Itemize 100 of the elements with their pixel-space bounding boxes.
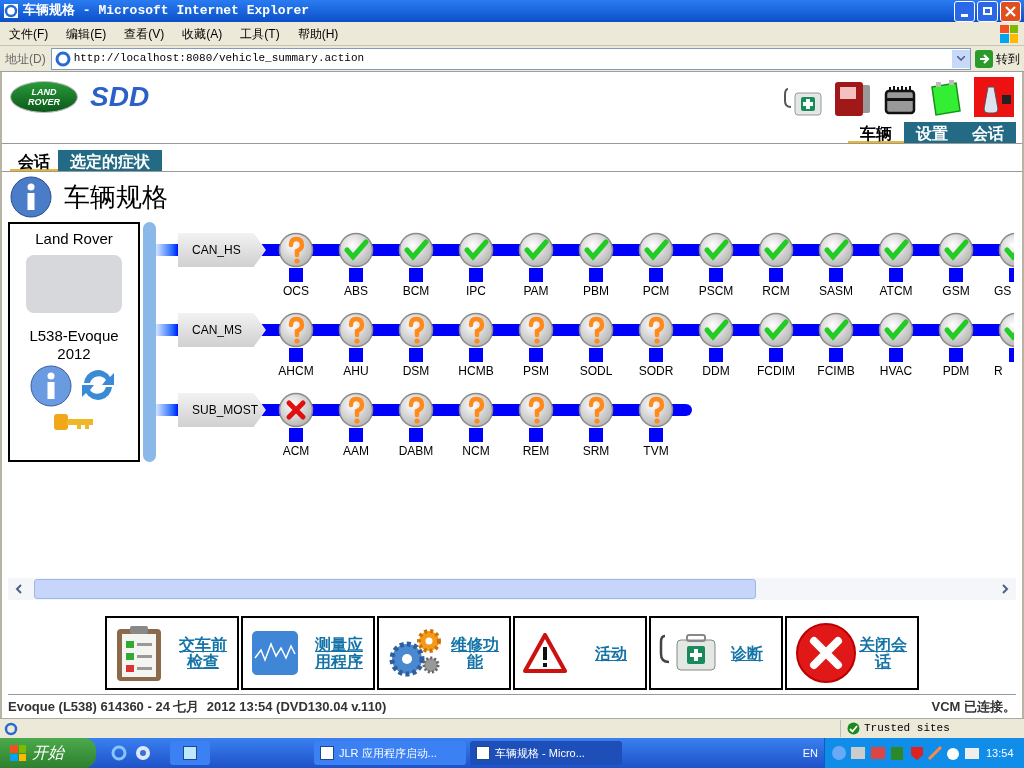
- question-status-icon[interactable]: [578, 312, 614, 348]
- bus-label[interactable]: SUB_MOST: [178, 393, 266, 427]
- module-label: SODL: [579, 363, 613, 378]
- go-button[interactable]: 转到: [971, 49, 1024, 68]
- check-status-icon[interactable]: [818, 232, 854, 268]
- action-tile[interactable]: 测量应用程序: [241, 616, 375, 690]
- diagnostic-device-icon[interactable]: [834, 81, 872, 117]
- menu-item[interactable]: 工具(T): [231, 24, 289, 43]
- question-status-icon[interactable]: [458, 312, 494, 348]
- check-status-icon[interactable]: [878, 232, 914, 268]
- address-field[interactable]: http://localhost:8080/vehicle_summary.action: [50, 47, 971, 70]
- app-icon: [476, 746, 490, 760]
- browser-icon[interactable]: [110, 744, 128, 762]
- question-status-icon[interactable]: [518, 392, 554, 428]
- taskbar-button[interactable]: 车辆规格 - Micro...: [470, 741, 622, 765]
- action-link[interactable]: 诊断: [721, 644, 773, 662]
- bus-label[interactable]: CAN_HS: [178, 233, 266, 267]
- menu-item[interactable]: 编辑(E): [57, 24, 116, 43]
- check-status-icon[interactable]: [818, 312, 854, 348]
- question-status-icon[interactable]: [578, 392, 614, 428]
- action-link[interactable]: 交车前检查: [177, 636, 229, 670]
- check-status-icon[interactable]: [698, 232, 734, 268]
- tab[interactable]: 设置: [904, 122, 960, 143]
- medical-kit-icon[interactable]: [784, 87, 822, 117]
- tab[interactable]: 会话: [960, 122, 1016, 143]
- module-label: GS: [993, 283, 1012, 298]
- taskbar-button[interactable]: [170, 741, 210, 765]
- action-tile[interactable]: 活动: [513, 616, 647, 690]
- action-link[interactable]: 测量应用程序: [313, 636, 365, 670]
- bus-stub: [589, 268, 603, 282]
- check-status-icon[interactable]: [578, 232, 614, 268]
- bus-stub: [289, 348, 303, 362]
- tab[interactable]: 会话: [10, 150, 58, 171]
- connection-status: VCM 已连接。: [931, 697, 1016, 716]
- restore-button[interactable]: [977, 0, 998, 22]
- check-status-icon[interactable]: [758, 312, 794, 348]
- question-status-icon[interactable]: [458, 392, 494, 428]
- bus-stub: [769, 348, 783, 362]
- tab[interactable]: 车辆: [848, 122, 904, 143]
- horizontal-scrollbar[interactable]: [8, 578, 1016, 600]
- module-label: FCIMB: [817, 363, 855, 378]
- menu-item[interactable]: 查看(V): [115, 24, 174, 43]
- question-status-icon[interactable]: [338, 312, 374, 348]
- module-label: HCMB: [458, 363, 494, 378]
- question-status-icon[interactable]: [398, 312, 434, 348]
- cross-status-icon[interactable]: [278, 392, 314, 428]
- action-tile[interactable]: 维修功能: [377, 616, 511, 690]
- taskbar-button[interactable]: JLR 应用程序启动...: [314, 741, 466, 765]
- check-status-icon[interactable]: [458, 232, 494, 268]
- battery-icon[interactable]: [928, 79, 962, 117]
- check-status-icon[interactable]: [758, 232, 794, 268]
- tab[interactable]: 选定的症状: [58, 150, 162, 171]
- start-button[interactable]: 开始: [0, 738, 96, 768]
- action-tile[interactable]: 关闭会话: [785, 616, 919, 690]
- check-status-icon[interactable]: [998, 232, 1014, 268]
- action-link[interactable]: 关闭会话: [857, 636, 909, 670]
- language-indicator[interactable]: EN: [802, 744, 818, 762]
- question-status-icon[interactable]: [638, 312, 674, 348]
- bus-stub: [469, 268, 483, 282]
- question-status-icon[interactable]: [338, 392, 374, 428]
- check-status-icon[interactable]: [638, 232, 674, 268]
- module-label: PAM: [523, 283, 549, 298]
- engine-module-icon[interactable]: [884, 85, 916, 117]
- scroll-thumb[interactable]: [34, 579, 756, 599]
- check-status-icon[interactable]: [938, 312, 974, 348]
- window-title: 车辆规格 - Microsoft Internet Explorer: [23, 2, 310, 21]
- vehicle-year: 2012: [57, 344, 91, 363]
- info-icon[interactable]: [30, 364, 72, 407]
- module-label: SRM: [582, 443, 610, 458]
- action-tile[interactable]: 交车前检查: [105, 616, 239, 690]
- close-icon: [795, 622, 857, 684]
- check-status-icon[interactable]: [878, 312, 914, 348]
- action-tile[interactable]: 诊断: [649, 616, 783, 690]
- check-status-icon[interactable]: [938, 232, 974, 268]
- bus-label[interactable]: CAN_MS: [178, 313, 266, 347]
- check-status-icon[interactable]: [998, 312, 1014, 348]
- check-status-icon[interactable]: [398, 232, 434, 268]
- check-status-icon[interactable]: [698, 312, 734, 348]
- minimize-button[interactable]: [954, 0, 975, 22]
- menu-item[interactable]: 收藏(A): [173, 24, 232, 43]
- module-label: BCM: [402, 283, 430, 298]
- question-status-icon[interactable]: [278, 232, 314, 268]
- check-status-icon[interactable]: [338, 232, 374, 268]
- check-status-icon[interactable]: [518, 232, 554, 268]
- question-status-icon[interactable]: [518, 312, 554, 348]
- question-status-icon[interactable]: [398, 392, 434, 428]
- tray-icons-drawing[interactable]: [831, 745, 981, 761]
- close-button[interactable]: [1000, 0, 1021, 22]
- module-label: PCM: [642, 283, 670, 298]
- action-link[interactable]: 维修功能: [449, 636, 501, 670]
- brand-badge: LAND ROVER: [10, 81, 78, 113]
- menu-item[interactable]: 帮助(H): [288, 24, 348, 43]
- question-status-icon[interactable]: [278, 312, 314, 348]
- question-status-icon[interactable]: [638, 392, 674, 428]
- menu-item[interactable]: 文件(F): [0, 24, 58, 43]
- module-label: ABS: [344, 283, 368, 298]
- module-label: FCDIM: [757, 363, 795, 378]
- action-link[interactable]: 活动: [585, 644, 637, 662]
- bus-stub: [649, 348, 663, 362]
- module-label: DSM: [402, 363, 430, 378]
